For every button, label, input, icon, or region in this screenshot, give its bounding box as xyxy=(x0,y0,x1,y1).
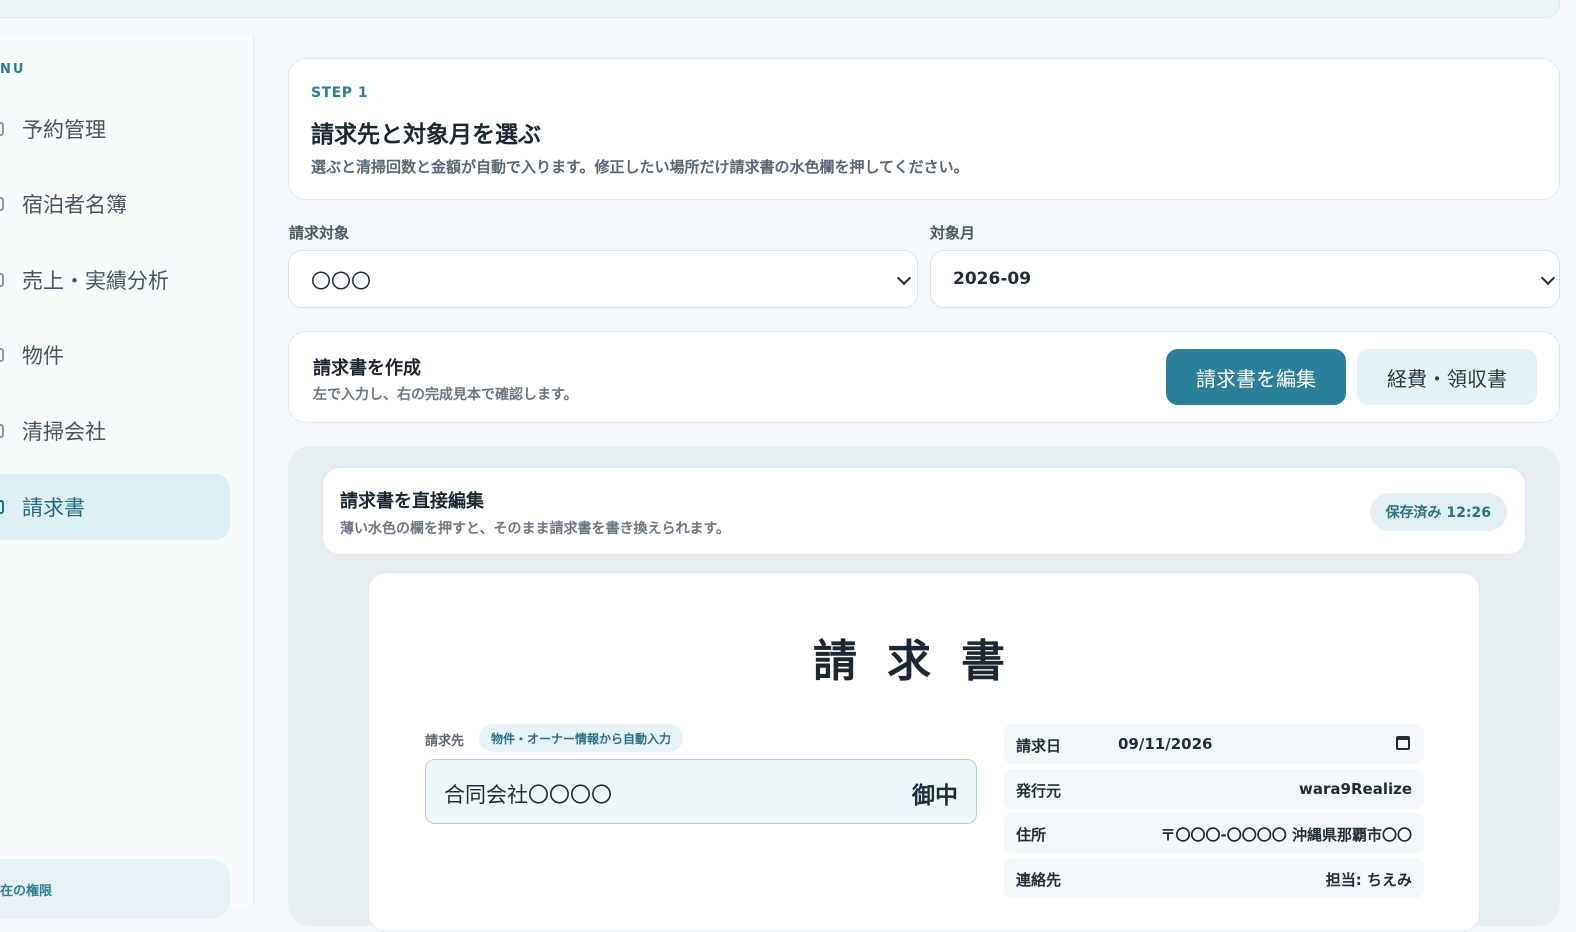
billto-name: 合同会社〇〇〇〇 xyxy=(444,783,612,807)
contact-field[interactable]: 連絡先 担当: ちえみ xyxy=(1004,858,1424,898)
saved-status-badge: 保存済み 12:26 xyxy=(1369,493,1507,531)
address-value: 〒〇〇〇-〇〇〇〇 沖縄県那覇市〇〇 xyxy=(1160,826,1412,844)
invoice-title: 請求書 xyxy=(813,636,1035,687)
expenses-receipts-button[interactable]: 経費・領収書 xyxy=(1357,349,1537,405)
direct-edit-description: 薄い水色の欄を押すと、そのまま請求書を書き換えられます。 xyxy=(340,521,731,537)
sidebar-item-label: 予約管理 xyxy=(22,118,106,142)
invoice-date-field[interactable]: 請求日 09/11/2026 xyxy=(1004,724,1424,764)
address-field[interactable]: 住所 〒〇〇〇-〇〇〇〇 沖縄県那覇市〇〇 xyxy=(1004,813,1424,853)
sidebar-item-label: 請求書 xyxy=(22,496,85,520)
invoice-sheet: 請求書 請求先 物件・オーナー情報から自動入力 合同会社〇〇〇〇 御中 請求日 … xyxy=(368,572,1480,932)
contact-value: 担当: ちえみ xyxy=(1325,871,1412,889)
top-bar xyxy=(0,0,1560,18)
chevron-down-icon xyxy=(896,270,912,286)
broom-icon xyxy=(0,424,4,438)
issuer-label: 発行元 xyxy=(1016,782,1062,800)
billto-field[interactable]: 合同会社〇〇〇〇 御中 xyxy=(425,759,977,824)
sidebar-item-properties[interactable]: 物件 xyxy=(0,322,230,388)
billing-target-select[interactable]: 〇〇〇 xyxy=(288,250,918,308)
calendar-icon xyxy=(0,122,4,136)
direct-edit-title: 請求書を直接編集 xyxy=(340,491,484,512)
calendar-picker-icon[interactable] xyxy=(1396,736,1410,750)
auto-fill-chip: 物件・オーナー情報から自動入力 xyxy=(479,724,684,752)
billto-label: 請求先 xyxy=(425,734,465,749)
sidebar-item-guest-register[interactable]: 宿泊者名簿 xyxy=(0,171,230,237)
issuer-field[interactable]: 発行元 wara9Realize xyxy=(1004,769,1424,809)
step-label: STEP 1 xyxy=(311,85,369,101)
chevron-down-icon xyxy=(1540,270,1556,286)
menu-heading: NU xyxy=(0,62,26,77)
chart-icon xyxy=(0,273,4,287)
sidebar-item-cleaning-companies[interactable]: 清掃会社 xyxy=(0,398,230,464)
target-month-label: 対象月 xyxy=(930,224,976,242)
create-invoice-title: 請求書を作成 xyxy=(313,358,421,379)
sidebar-item-label: 宿泊者名簿 xyxy=(22,193,127,217)
invoice-date-label: 請求日 xyxy=(1016,737,1062,755)
edit-invoice-button[interactable]: 請求書を編集 xyxy=(1166,349,1346,405)
billto-honorific: 御中 xyxy=(912,783,958,809)
issuer-value: wara9Realize xyxy=(1299,780,1412,798)
permissions-label: 在の権限 xyxy=(0,884,53,899)
step-title: 請求先と対象月を選ぶ xyxy=(311,122,541,148)
direct-edit-card: 請求書を直接編集 薄い水色の欄を押すと、そのまま請求書を書き換えられます。 保存… xyxy=(322,467,1526,555)
sidebar-item-label: 清掃会社 xyxy=(22,420,106,444)
contact-label: 連絡先 xyxy=(1016,871,1062,889)
invoice-date-value: 09/11/2026 xyxy=(1118,735,1213,753)
sidebar-item-invoices[interactable]: 請求書 xyxy=(0,474,230,540)
invoice-icon xyxy=(0,500,4,514)
create-invoice-description: 左で入力し、右の完成見本で確認します。 xyxy=(313,387,578,403)
billing-target-value: 〇〇〇 xyxy=(311,268,371,293)
sidebar xyxy=(0,36,254,906)
billing-target-label: 請求対象 xyxy=(289,224,350,242)
sidebar-item-label: 物件 xyxy=(22,344,64,368)
sidebar-item-sales-analysis[interactable]: 売上・実績分析 xyxy=(0,247,230,313)
step-description: 選ぶと清掃回数と金額が自動で入ります。修正したい場所だけ請求書の水色欄を押してく… xyxy=(311,158,969,176)
step-card: STEP 1 請求先と対象月を選ぶ 選ぶと清掃回数と金額が自動で入ります。修正し… xyxy=(288,58,1560,200)
building-icon xyxy=(0,348,4,362)
create-invoice-card: 請求書を作成 左で入力し、右の完成見本で確認します。 請求書を編集 経費・領収書 xyxy=(288,331,1560,423)
person-icon xyxy=(0,197,4,211)
sidebar-item-label: 売上・実績分析 xyxy=(22,269,169,293)
target-month-select[interactable]: 2026-09 xyxy=(930,250,1560,308)
target-month-value: 2026-09 xyxy=(953,269,1032,289)
sidebar-item-reservations[interactable]: 予約管理 xyxy=(0,96,230,162)
address-label: 住所 xyxy=(1016,826,1047,844)
